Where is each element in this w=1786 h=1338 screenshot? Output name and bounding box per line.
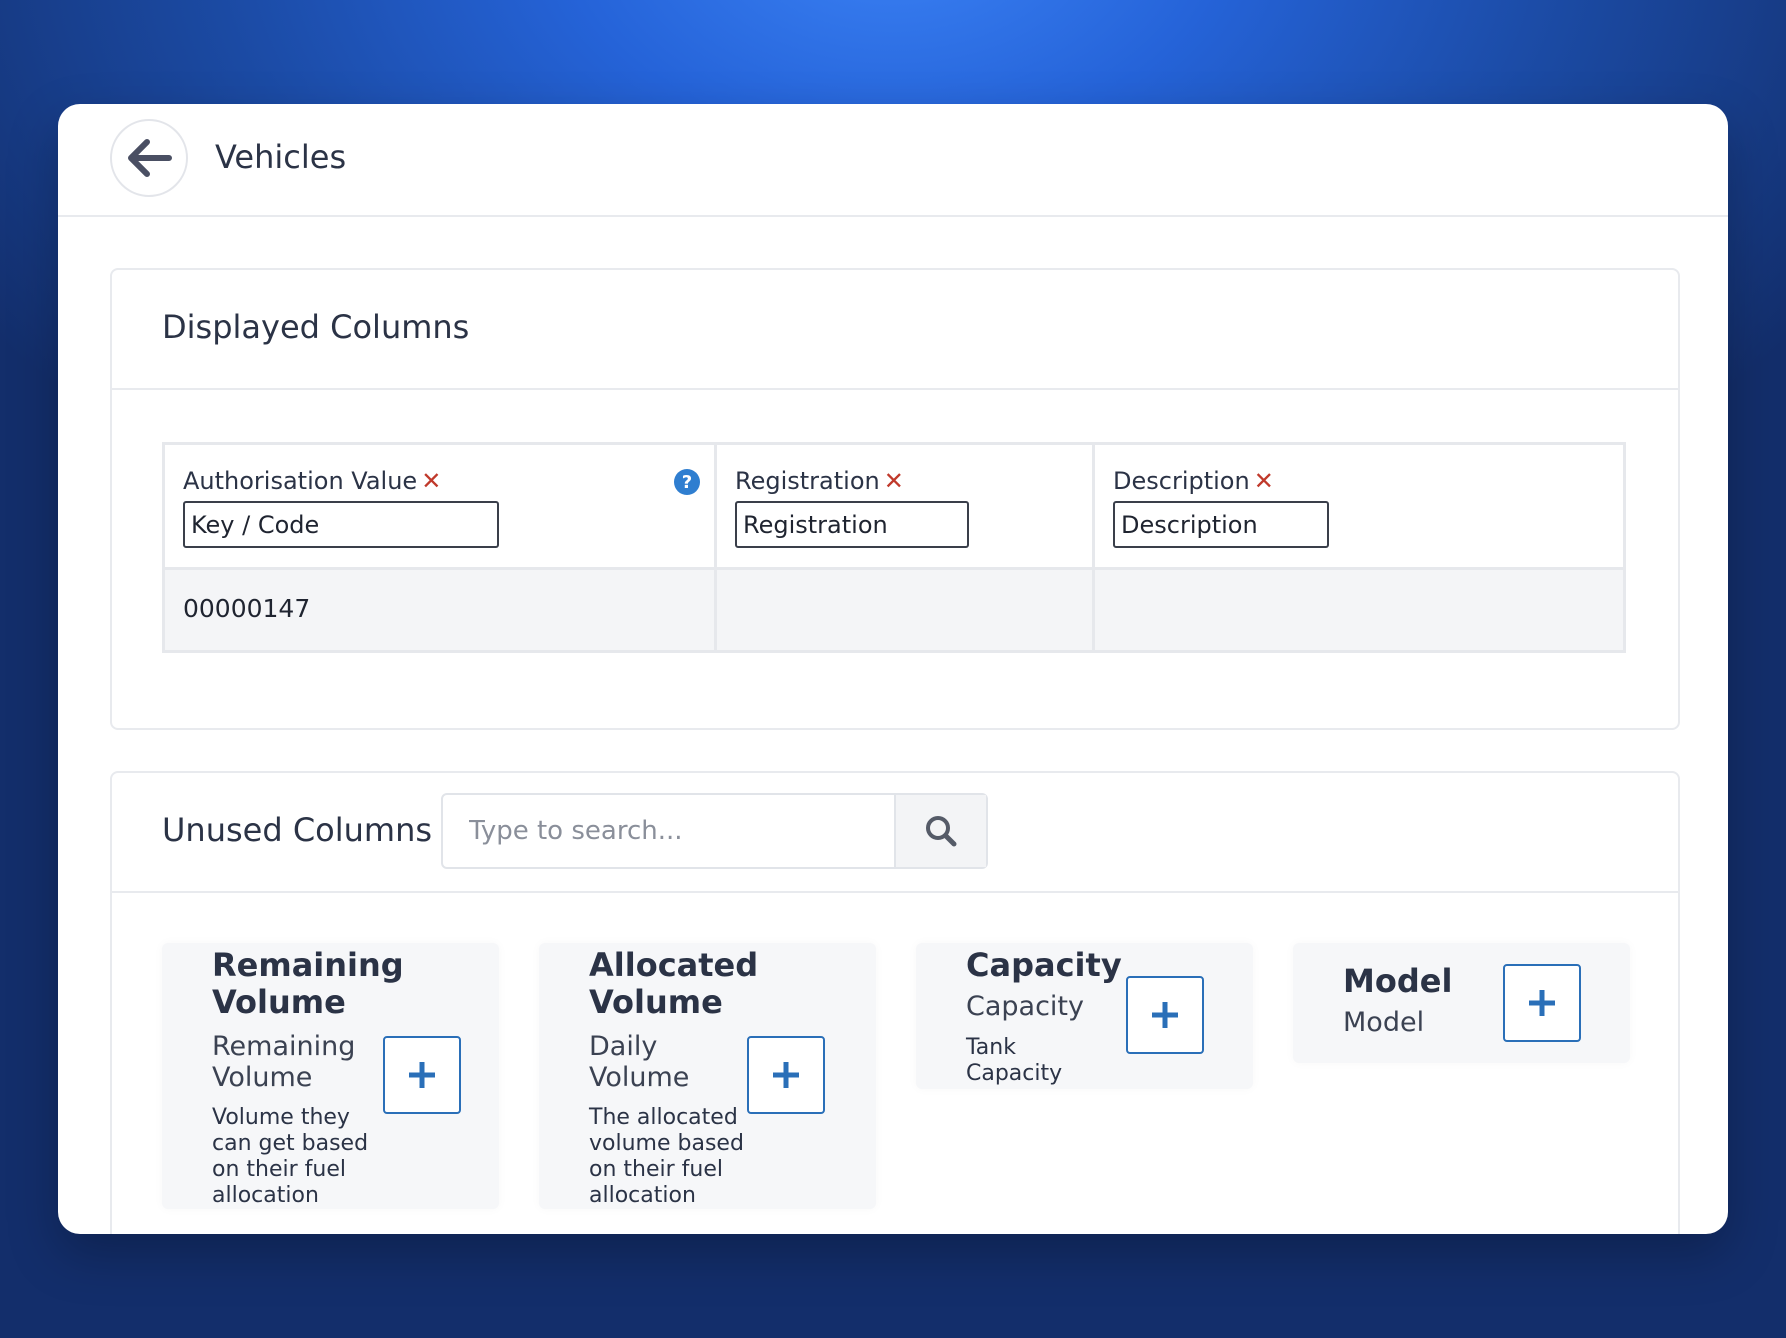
unused-column-card: Model Model: [1293, 943, 1630, 1063]
column-header-authorisation: Authorisation Value ✕ ?: [165, 445, 717, 570]
unused-columns-panel: Unused Columns RemainingVolume Remaining…: [110, 771, 1680, 1234]
help-icon[interactable]: ?: [674, 469, 700, 495]
column-header-description: Description ✕: [1095, 445, 1623, 570]
cell-value: 00000147: [183, 594, 311, 623]
table-cell: [1095, 570, 1623, 650]
unused-columns-header: Unused Columns: [112, 773, 1678, 893]
remove-column-icon[interactable]: ✕: [884, 467, 904, 495]
card-subtitle: Daily Volume: [589, 1031, 690, 1093]
displayed-columns-title: Displayed Columns: [162, 308, 470, 346]
card-title: Remaining Volume: [212, 946, 404, 1021]
displayed-columns-header: Displayed Columns: [112, 270, 1678, 390]
column-title-input[interactable]: [183, 501, 499, 548]
column-label: Authorisation Value ✕: [183, 467, 442, 495]
plus-icon: [773, 1062, 799, 1088]
columns-preview-table: Authorisation Value✕ ? 00000147 Registra…: [162, 442, 1626, 653]
card-title: Capacity: [966, 946, 1122, 984]
add-column-button[interactable]: [1126, 976, 1204, 1054]
unused-column-card: Remaining Volume Remaining Volume Volume t…: [162, 943, 499, 1209]
card-description: The allocated volume based on their fuel al…: [589, 1105, 744, 1208]
plus-icon: [1529, 990, 1555, 1016]
table-cell: [717, 570, 1095, 650]
card-subtitle: Remaining Volume: [212, 1031, 356, 1093]
column-title-input[interactable]: [1113, 501, 1329, 548]
card-subtitle: Model: [1343, 1007, 1425, 1038]
settings-window: Vehicles Displayed Columns Authorisation…: [58, 104, 1728, 1234]
remove-column-icon[interactable]: ✕: [1254, 467, 1274, 495]
plus-icon: [1152, 1002, 1178, 1028]
add-column-button[interactable]: [1503, 964, 1581, 1042]
card-description: Tank Capacity: [966, 1035, 1063, 1086]
arrow-left-icon: [128, 139, 172, 177]
add-column-button[interactable]: [383, 1036, 461, 1114]
card-description: Volume they can get based on their fuel all…: [212, 1105, 369, 1208]
unused-column-card: Allocated Volume Daily Volume The allocate…: [539, 943, 876, 1209]
column-label: Description ✕: [1113, 467, 1274, 495]
unused-columns-title: Unused Columns: [162, 811, 433, 849]
column-header-registration: Registration ✕: [717, 445, 1095, 570]
top-bar: Vehicles: [58, 104, 1728, 217]
card-subtitle: Capacity: [966, 991, 1084, 1022]
card-title: Model: [1343, 962, 1453, 1000]
card-title: Allocated Volume: [589, 946, 759, 1021]
back-button[interactable]: [110, 119, 188, 197]
add-column-button[interactable]: [747, 1036, 825, 1114]
unused-column-card: Capacity Capacity Tank Capacity: [916, 943, 1253, 1089]
remove-column-icon[interactable]: ✕: [421, 467, 441, 495]
search-input[interactable]: [443, 795, 898, 867]
search-button[interactable]: [894, 795, 986, 867]
plus-icon: [409, 1062, 435, 1088]
displayed-columns-panel: Displayed Columns Authorisation Value ✕ ?…: [110, 268, 1680, 730]
table-cell: 00000147: [165, 570, 717, 650]
column-title-input[interactable]: [735, 501, 969, 548]
page-title: Vehicles: [215, 138, 347, 176]
search-icon: [926, 816, 957, 847]
column-label: Registration ✕: [735, 467, 904, 495]
search-box: [441, 793, 988, 869]
